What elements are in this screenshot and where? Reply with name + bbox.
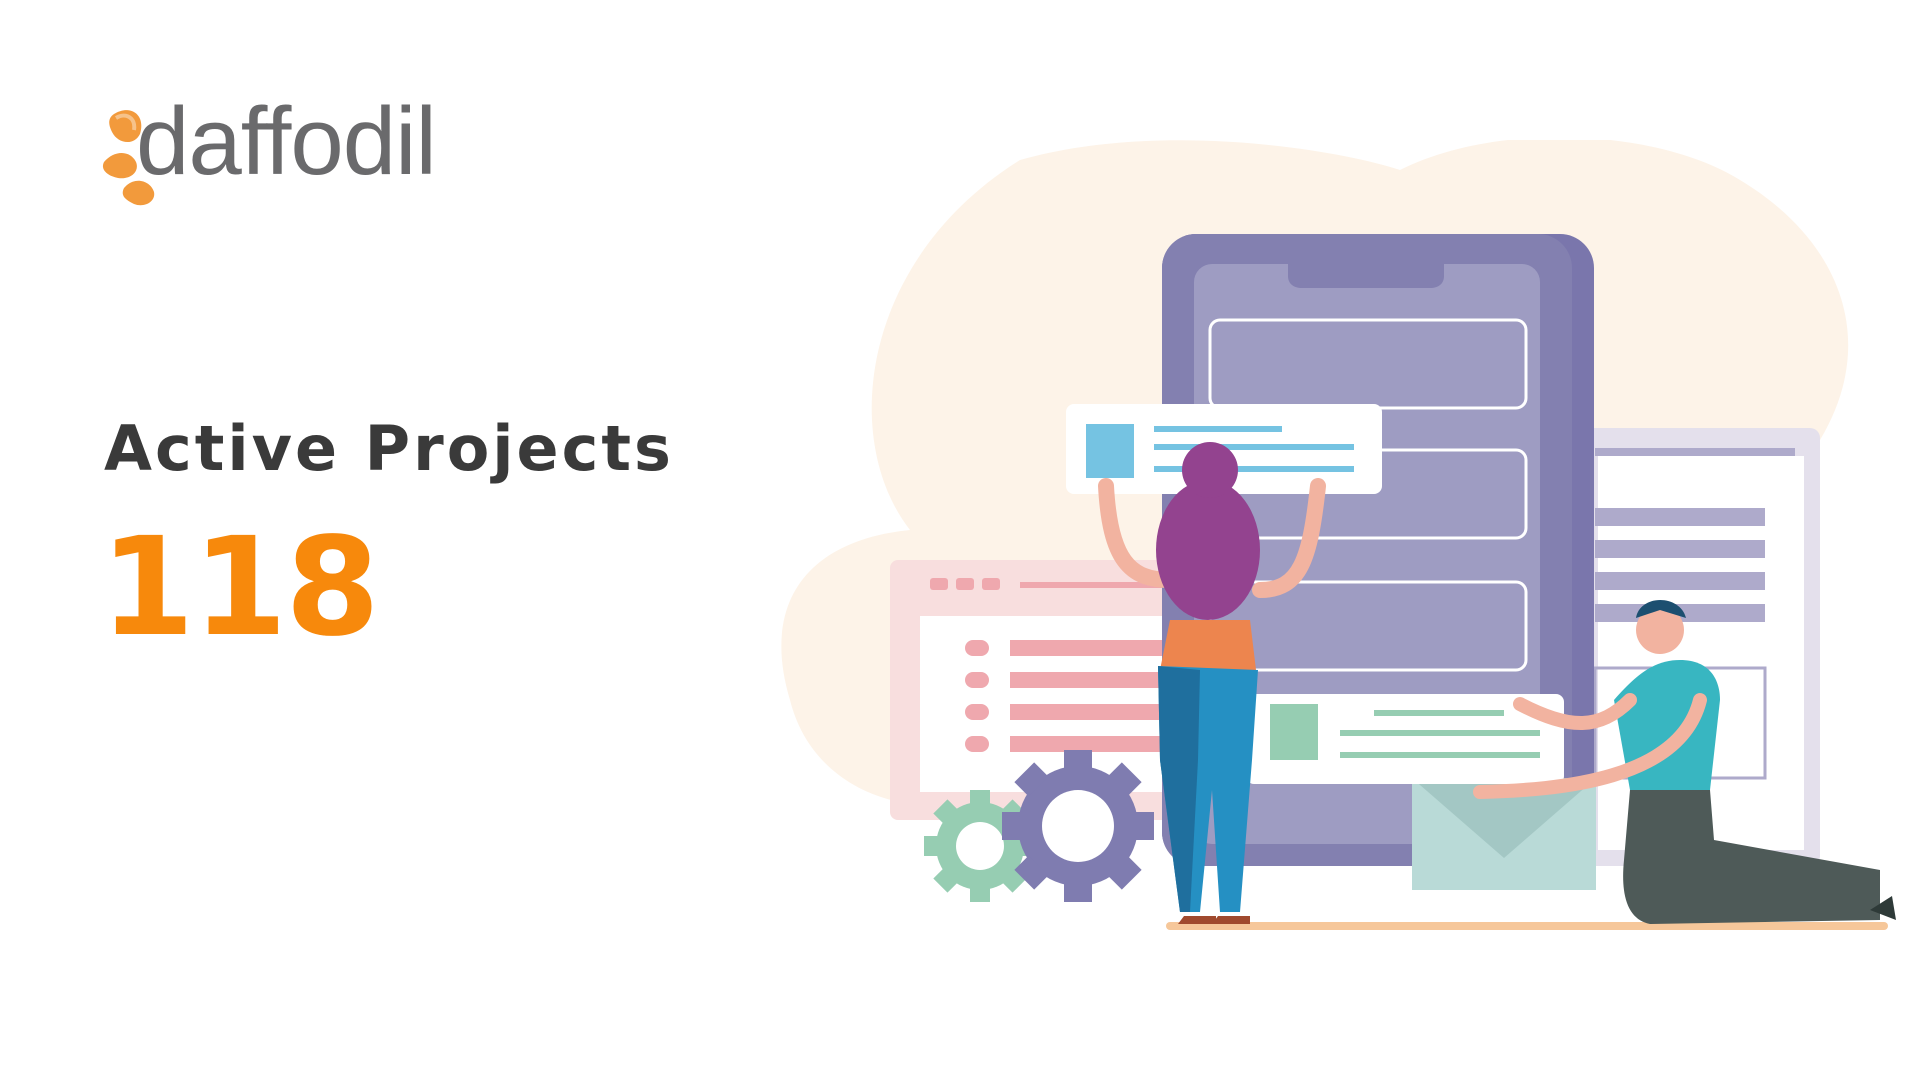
page: daffodil Active Projects 118 xyxy=(0,0,1920,1080)
stat-value: 118 xyxy=(100,509,380,667)
ground-line xyxy=(1166,922,1888,930)
team-app-development-illustration xyxy=(781,140,1896,930)
brand-logo[interactable]: daffodil xyxy=(100,94,440,210)
brand-name: daffodil xyxy=(136,88,437,195)
gear-purple-icon xyxy=(1002,750,1154,902)
gear-green-icon xyxy=(924,790,1036,902)
stat-label: Active Projects xyxy=(104,412,674,485)
